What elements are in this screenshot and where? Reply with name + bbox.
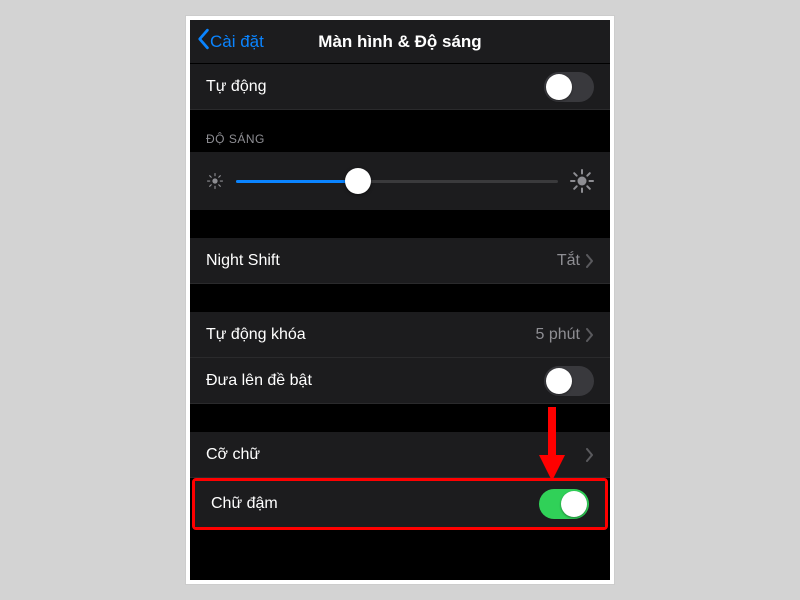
back-label: Cài đặt xyxy=(210,32,264,52)
text-size-row[interactable]: Cỡ chữ xyxy=(190,432,610,478)
bold-text-label: Chữ đậm xyxy=(211,495,539,513)
screenshot-frame: Cài đặt Màn hình & Độ sáng Tự động ĐỘ SÁ… xyxy=(185,15,615,585)
sun-small-icon xyxy=(206,172,224,190)
brightness-section-header: ĐỘ SÁNG xyxy=(190,110,610,152)
phone-screen: Cài đặt Màn hình & Độ sáng Tự động ĐỘ SÁ… xyxy=(190,20,610,580)
bold-text-toggle[interactable] xyxy=(539,489,589,519)
auto-toggle[interactable] xyxy=(544,72,594,102)
sun-large-icon xyxy=(570,169,594,193)
auto-lock-label: Tự động khóa xyxy=(206,326,536,344)
raise-to-wake-row[interactable]: Đưa lên đề bật xyxy=(190,358,610,404)
back-button[interactable]: Cài đặt xyxy=(190,28,264,55)
auto-lock-value: 5 phút xyxy=(536,326,580,344)
text-size-label: Cỡ chữ xyxy=(206,446,586,464)
brightness-slider[interactable] xyxy=(236,180,558,183)
raise-to-wake-label: Đưa lên đề bật xyxy=(206,372,544,390)
brightness-slider-row xyxy=(190,152,610,210)
auto-label: Tự động xyxy=(206,78,544,96)
night-shift-row[interactable]: Night Shift Tắt xyxy=(190,238,610,284)
auto-row[interactable]: Tự động xyxy=(190,64,610,110)
chevron-right-icon xyxy=(586,328,594,342)
chevron-right-icon xyxy=(586,448,594,462)
auto-lock-row[interactable]: Tự động khóa 5 phút xyxy=(190,312,610,358)
annotation-highlight: Chữ đậm xyxy=(192,478,608,530)
bold-text-row[interactable]: Chữ đậm xyxy=(195,481,605,527)
night-shift-label: Night Shift xyxy=(206,252,557,270)
chevron-right-icon xyxy=(586,254,594,268)
night-shift-value: Tắt xyxy=(557,252,580,270)
raise-to-wake-toggle[interactable] xyxy=(544,366,594,396)
chevron-left-icon xyxy=(196,28,210,55)
navigation-bar: Cài đặt Màn hình & Độ sáng xyxy=(190,20,610,64)
